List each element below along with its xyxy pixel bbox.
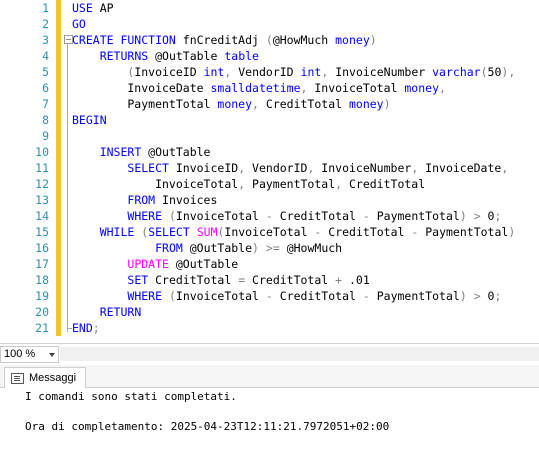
line-number: 13: [35, 193, 49, 207]
code-line[interactable]: 21 END;: [0, 320, 539, 336]
line-number: 8: [42, 113, 49, 127]
line-number: 21: [35, 321, 49, 335]
code-text: END;: [72, 321, 100, 335]
change-marker: [56, 112, 61, 128]
code-text: RETURN: [99, 305, 142, 319]
change-marker: [56, 80, 61, 96]
change-marker: [56, 144, 61, 160]
messages-icon: [11, 373, 24, 384]
code-line[interactable]: 19 WHERE (InvoiceTotal - CreditTotal - P…: [0, 288, 539, 304]
line-number: 12: [35, 177, 49, 191]
change-marker: [56, 224, 61, 240]
line-number: 9: [42, 129, 49, 143]
code-line[interactable]: 14 WHERE (InvoiceTotal - CreditTotal - P…: [0, 208, 539, 224]
code-line[interactable]: 4 RETURNS @OutTable table: [0, 48, 539, 64]
change-marker: [56, 64, 61, 80]
line-number: 7: [42, 97, 49, 111]
zoom-dropdown[interactable]: 100 %: [0, 346, 59, 363]
line-number: 10: [35, 145, 49, 159]
code-text: InvoiceTotal, PaymentTotal, CreditTotal: [72, 177, 426, 191]
code-text: GO: [72, 17, 86, 31]
message-line: I comandi sono stati completati.: [25, 390, 237, 403]
editor-status-bar: 100 %: [0, 343, 539, 364]
code-text: CREATE FUNCTION fnCreditAdj (@HowMuch mo…: [72, 33, 377, 47]
code-line[interactable]: 13 FROM Invoices: [0, 192, 539, 208]
line-number: 6: [42, 81, 49, 95]
message-line: Ora di completamento: 2025-04-23T12:11:2…: [25, 420, 390, 433]
change-marker: [56, 160, 61, 176]
code-text: WHERE (InvoiceTotal - CreditTotal - Paym…: [127, 289, 502, 303]
code-text: INSERT @OutTable: [99, 145, 211, 159]
outline-guide: [67, 44, 68, 332]
code-line[interactable]: 16 FROM @OutTable) >= @HowMuch: [0, 240, 539, 256]
line-number: 20: [35, 305, 49, 319]
code-line[interactable]: 8 BEGIN: [0, 112, 539, 128]
change-marker: [56, 272, 61, 288]
code-text: FROM @OutTable) >= @HowMuch: [155, 241, 343, 255]
tab-messages[interactable]: Messaggi: [4, 367, 86, 388]
code-line[interactable]: 6 InvoiceDate smalldatetime, InvoiceTota…: [0, 80, 539, 96]
code-line[interactable]: 18 SET CreditTotal = CreditTotal + .01: [0, 272, 539, 288]
code-line[interactable]: 1 USE AP: [0, 0, 539, 16]
line-number: 16: [35, 241, 49, 255]
change-marker: [56, 208, 61, 224]
line-number: 18: [35, 273, 49, 287]
code-text: PaymentTotal money, CreditTotal money): [72, 97, 391, 111]
change-marker: [56, 256, 61, 272]
code-line[interactable]: 20 RETURN: [0, 304, 539, 320]
line-number: 15: [35, 225, 49, 239]
code-line[interactable]: 17 UPDATE @OutTable: [0, 256, 539, 272]
change-marker: [56, 128, 61, 144]
line-number: 17: [35, 257, 49, 271]
outline-guide-end: [67, 328, 72, 329]
results-tab-bar: Messaggi: [0, 365, 539, 388]
collapse-icon[interactable]: −: [64, 35, 73, 44]
change-marker: [56, 304, 61, 320]
code-line[interactable]: 15 WHILE (SELECT SUM(InvoiceTotal - Cred…: [0, 224, 539, 240]
line-number: 11: [35, 161, 49, 175]
horizontal-scrollbar[interactable]: [60, 347, 539, 361]
change-marker: [56, 32, 61, 48]
code-text: SELECT InvoiceID, VendorID, InvoiceNumbe…: [127, 161, 509, 175]
change-marker: [56, 48, 61, 64]
tab-messages-label: Messaggi: [29, 372, 77, 384]
line-number: 5: [42, 65, 49, 79]
code-text: BEGIN: [72, 113, 107, 127]
code-text: WHERE (InvoiceTotal - CreditTotal - Paym…: [127, 209, 502, 223]
code-line[interactable]: 5 (InvoiceID int, VendorID int, InvoiceN…: [0, 64, 539, 80]
change-marker: [56, 16, 61, 32]
change-marker: [56, 96, 61, 112]
code-line[interactable]: 2 GO: [0, 16, 539, 32]
line-number: 14: [35, 209, 49, 223]
code-line[interactable]: 7 PaymentTotal money, CreditTotal money): [0, 96, 539, 112]
zoom-value: 100 %: [4, 348, 36, 360]
code-text: RETURNS @OutTable table: [99, 49, 259, 63]
code-text: UPDATE @OutTable: [127, 257, 239, 271]
sql-editor[interactable]: 1 USE AP 2 GO 3 CREATE FUNCTION fnCreditAdj (…: [0, 0, 539, 341]
chevron-down-icon[interactable]: [49, 353, 55, 357]
code-line[interactable]: 12 InvoiceTotal, PaymentTotal, CreditTot…: [0, 176, 539, 192]
code-line[interactable]: 3 CREATE FUNCTION fnCreditAdj (@HowMuch m…: [0, 32, 539, 48]
code-text: USE AP: [72, 1, 114, 15]
line-number: 4: [42, 49, 49, 63]
code-text: FROM Invoices: [127, 193, 218, 207]
line-number: 2: [42, 17, 49, 31]
line-number: 1: [42, 1, 49, 15]
messages-pane: I comandi sono stati completati. Ora di …: [0, 388, 539, 449]
code-text: (InvoiceID int, VendorID int, InvoiceNum…: [127, 65, 516, 79]
code-text: InvoiceDate smalldatetime, InvoiceTotal …: [72, 81, 446, 95]
change-marker: [56, 288, 61, 304]
change-marker: [56, 320, 61, 336]
code-line[interactable]: 9: [0, 128, 539, 144]
code-line[interactable]: 10 INSERT @OutTable: [0, 144, 539, 160]
line-number: 19: [35, 289, 49, 303]
line-number: 3: [42, 33, 49, 47]
code-text: SET CreditTotal = CreditTotal + .01: [127, 273, 370, 287]
change-marker: [56, 192, 61, 208]
change-marker: [56, 240, 61, 256]
change-marker: [56, 0, 61, 16]
code-text: WHILE (SELECT SUM(InvoiceTotal - CreditT…: [99, 225, 516, 239]
code-line[interactable]: 11 SELECT InvoiceID, VendorID, InvoiceNu…: [0, 160, 539, 176]
change-marker: [56, 176, 61, 192]
